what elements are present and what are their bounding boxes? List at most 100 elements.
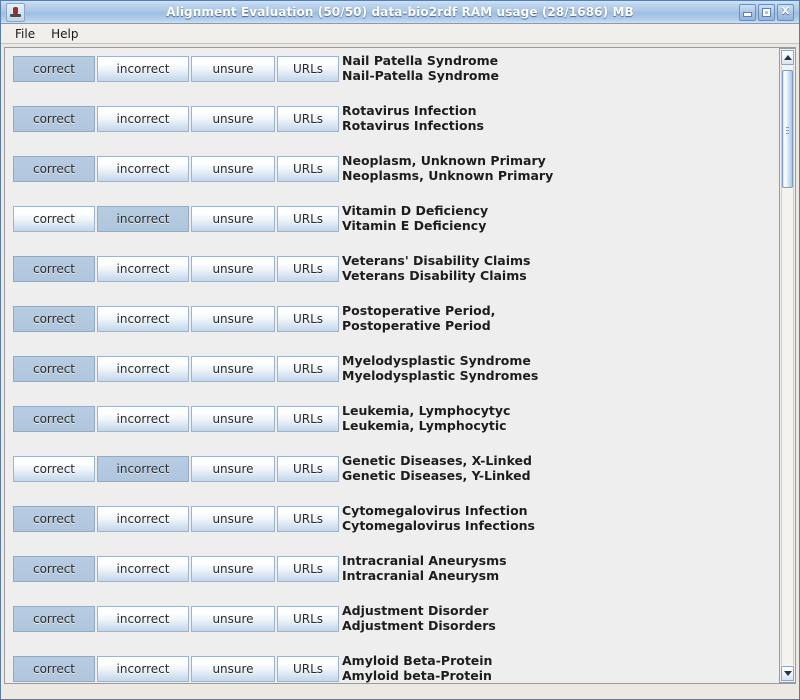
- mapping-labels: Genetic Diseases, X-Linked Genetic Diseas…: [342, 453, 532, 483]
- target-concept-label: Postoperative Period: [342, 318, 491, 333]
- evaluation-row: correct incorrect unsure URLs Vitamin D Defi…: [5, 198, 779, 248]
- content-area: correct incorrect unsure URLs Nail Patella S…: [1, 44, 799, 687]
- unsure-button[interactable]: unsure: [191, 106, 275, 132]
- correct-button[interactable]: correct: [13, 206, 95, 232]
- correct-button[interactable]: correct: [13, 556, 95, 582]
- unsure-button[interactable]: unsure: [191, 656, 275, 682]
- correct-button[interactable]: correct: [13, 606, 95, 632]
- urls-button[interactable]: URLs: [277, 556, 339, 582]
- menu-item-file[interactable]: File: [7, 25, 43, 43]
- source-concept-label: Myelodysplastic Syndrome: [342, 353, 531, 368]
- evaluation-list-viewport: correct incorrect unsure URLs Nail Patella S…: [5, 48, 780, 683]
- judgement-button-group: correct incorrect unsure URLs: [13, 406, 339, 432]
- title-bar[interactable]: Alignment Evaluation (50/50) data-bio2rd…: [1, 1, 799, 24]
- incorrect-button[interactable]: incorrect: [97, 456, 189, 482]
- judgement-button-group: correct incorrect unsure URLs: [13, 156, 339, 182]
- minimize-icon: [740, 5, 755, 20]
- correct-button[interactable]: correct: [13, 356, 95, 382]
- minimize-button[interactable]: [739, 3, 756, 21]
- incorrect-button[interactable]: incorrect: [97, 156, 189, 182]
- correct-button[interactable]: correct: [13, 256, 95, 282]
- incorrect-button[interactable]: incorrect: [97, 356, 189, 382]
- menu-item-help[interactable]: Help: [43, 25, 86, 43]
- judgement-button-group: correct incorrect unsure URLs: [13, 206, 339, 232]
- correct-button[interactable]: correct: [13, 406, 95, 432]
- window-controls: X: [739, 3, 796, 21]
- urls-button[interactable]: URLs: [277, 656, 339, 682]
- vertical-scrollbar[interactable]: [780, 48, 796, 683]
- incorrect-button[interactable]: incorrect: [97, 656, 189, 682]
- close-button[interactable]: X: [777, 3, 794, 21]
- scrollbar-thumb[interactable]: [782, 70, 793, 188]
- correct-button[interactable]: correct: [13, 306, 95, 332]
- mapping-labels: Myelodysplastic Syndrome Myelodysplastic …: [342, 353, 538, 383]
- close-icon: X: [781, 6, 790, 17]
- evaluation-row: correct incorrect unsure URLs Myelodysplasti…: [5, 348, 779, 398]
- urls-button[interactable]: URLs: [277, 106, 339, 132]
- menu-bar: File Help: [1, 24, 799, 44]
- urls-button[interactable]: URLs: [277, 506, 339, 532]
- urls-button[interactable]: URLs: [277, 306, 339, 332]
- mapping-labels: Adjustment Disorder Adjustment Disorders: [342, 603, 496, 633]
- urls-button[interactable]: URLs: [277, 606, 339, 632]
- urls-button[interactable]: URLs: [277, 356, 339, 382]
- unsure-button[interactable]: unsure: [191, 606, 275, 632]
- incorrect-button[interactable]: incorrect: [97, 256, 189, 282]
- unsure-button[interactable]: unsure: [191, 256, 275, 282]
- urls-button[interactable]: URLs: [277, 456, 339, 482]
- incorrect-button[interactable]: incorrect: [97, 406, 189, 432]
- unsure-button[interactable]: unsure: [191, 156, 275, 182]
- mapping-labels: Rotavirus Infection Rotavirus Infections: [342, 103, 484, 133]
- maximize-button[interactable]: [758, 3, 775, 21]
- scroll-pane: correct incorrect unsure URLs Nail Patella S…: [4, 47, 796, 684]
- source-concept-label: Genetic Diseases, X-Linked: [342, 453, 532, 468]
- evaluation-row: correct incorrect unsure URLs Neoplasm, Unkn…: [5, 148, 779, 198]
- source-concept-label: Postoperative Period,: [342, 303, 496, 318]
- target-concept-label: Vitamin E Deficiency: [342, 218, 487, 233]
- judgement-button-group: correct incorrect unsure URLs: [13, 456, 339, 482]
- source-concept-label: Rotavirus Infection: [342, 103, 477, 118]
- unsure-button[interactable]: unsure: [191, 506, 275, 532]
- incorrect-button[interactable]: incorrect: [97, 606, 189, 632]
- mapping-labels: Postoperative Period, Postoperative Perio…: [342, 303, 495, 333]
- source-concept-label: Veterans' Disability Claims: [342, 253, 531, 268]
- scroll-down-button[interactable]: [781, 666, 794, 681]
- urls-button[interactable]: URLs: [277, 256, 339, 282]
- evaluation-row: correct incorrect unsure URLs Intracranial A…: [5, 548, 779, 598]
- correct-button[interactable]: correct: [13, 156, 95, 182]
- mapping-labels: Veterans' Disability Claims Veterans Disa…: [342, 253, 531, 283]
- scrollbar-track[interactable]: [781, 66, 794, 665]
- evaluation-row: correct incorrect unsure URLs Leukemia, Lymp…: [5, 398, 779, 448]
- urls-button[interactable]: URLs: [277, 156, 339, 182]
- incorrect-button[interactable]: incorrect: [97, 106, 189, 132]
- urls-button[interactable]: URLs: [277, 56, 339, 82]
- correct-button[interactable]: correct: [13, 56, 95, 82]
- correct-button[interactable]: correct: [13, 456, 95, 482]
- unsure-button[interactable]: unsure: [191, 56, 275, 82]
- incorrect-button[interactable]: incorrect: [97, 306, 189, 332]
- scroll-up-button[interactable]: [781, 50, 794, 65]
- urls-button[interactable]: URLs: [277, 406, 339, 432]
- correct-button[interactable]: correct: [13, 506, 95, 532]
- urls-button[interactable]: URLs: [277, 206, 339, 232]
- correct-button[interactable]: correct: [13, 106, 95, 132]
- incorrect-button[interactable]: incorrect: [97, 556, 189, 582]
- correct-button[interactable]: correct: [13, 656, 95, 682]
- unsure-button[interactable]: unsure: [191, 556, 275, 582]
- mapping-labels: Intracranial Aneurysms Intracranial Aneur…: [342, 553, 507, 583]
- unsure-button[interactable]: unsure: [191, 456, 275, 482]
- source-concept-label: Adjustment Disorder: [342, 603, 489, 618]
- unsure-button[interactable]: unsure: [191, 306, 275, 332]
- source-concept-label: Neoplasm, Unknown Primary: [342, 153, 546, 168]
- incorrect-button[interactable]: incorrect: [97, 506, 189, 532]
- source-concept-label: Amyloid Beta-Protein: [342, 653, 493, 668]
- judgement-button-group: correct incorrect unsure URLs: [13, 556, 339, 582]
- evaluation-row: correct incorrect unsure URLs Rotavirus Infe…: [5, 98, 779, 148]
- incorrect-button[interactable]: incorrect: [97, 206, 189, 232]
- evaluation-row: correct incorrect unsure URLs Genetic Diseas…: [5, 448, 779, 498]
- incorrect-button[interactable]: incorrect: [97, 56, 189, 82]
- mapping-labels: Amyloid Beta-Protein Amyloid beta-Protein: [342, 653, 492, 683]
- unsure-button[interactable]: unsure: [191, 406, 275, 432]
- unsure-button[interactable]: unsure: [191, 356, 275, 382]
- unsure-button[interactable]: unsure: [191, 206, 275, 232]
